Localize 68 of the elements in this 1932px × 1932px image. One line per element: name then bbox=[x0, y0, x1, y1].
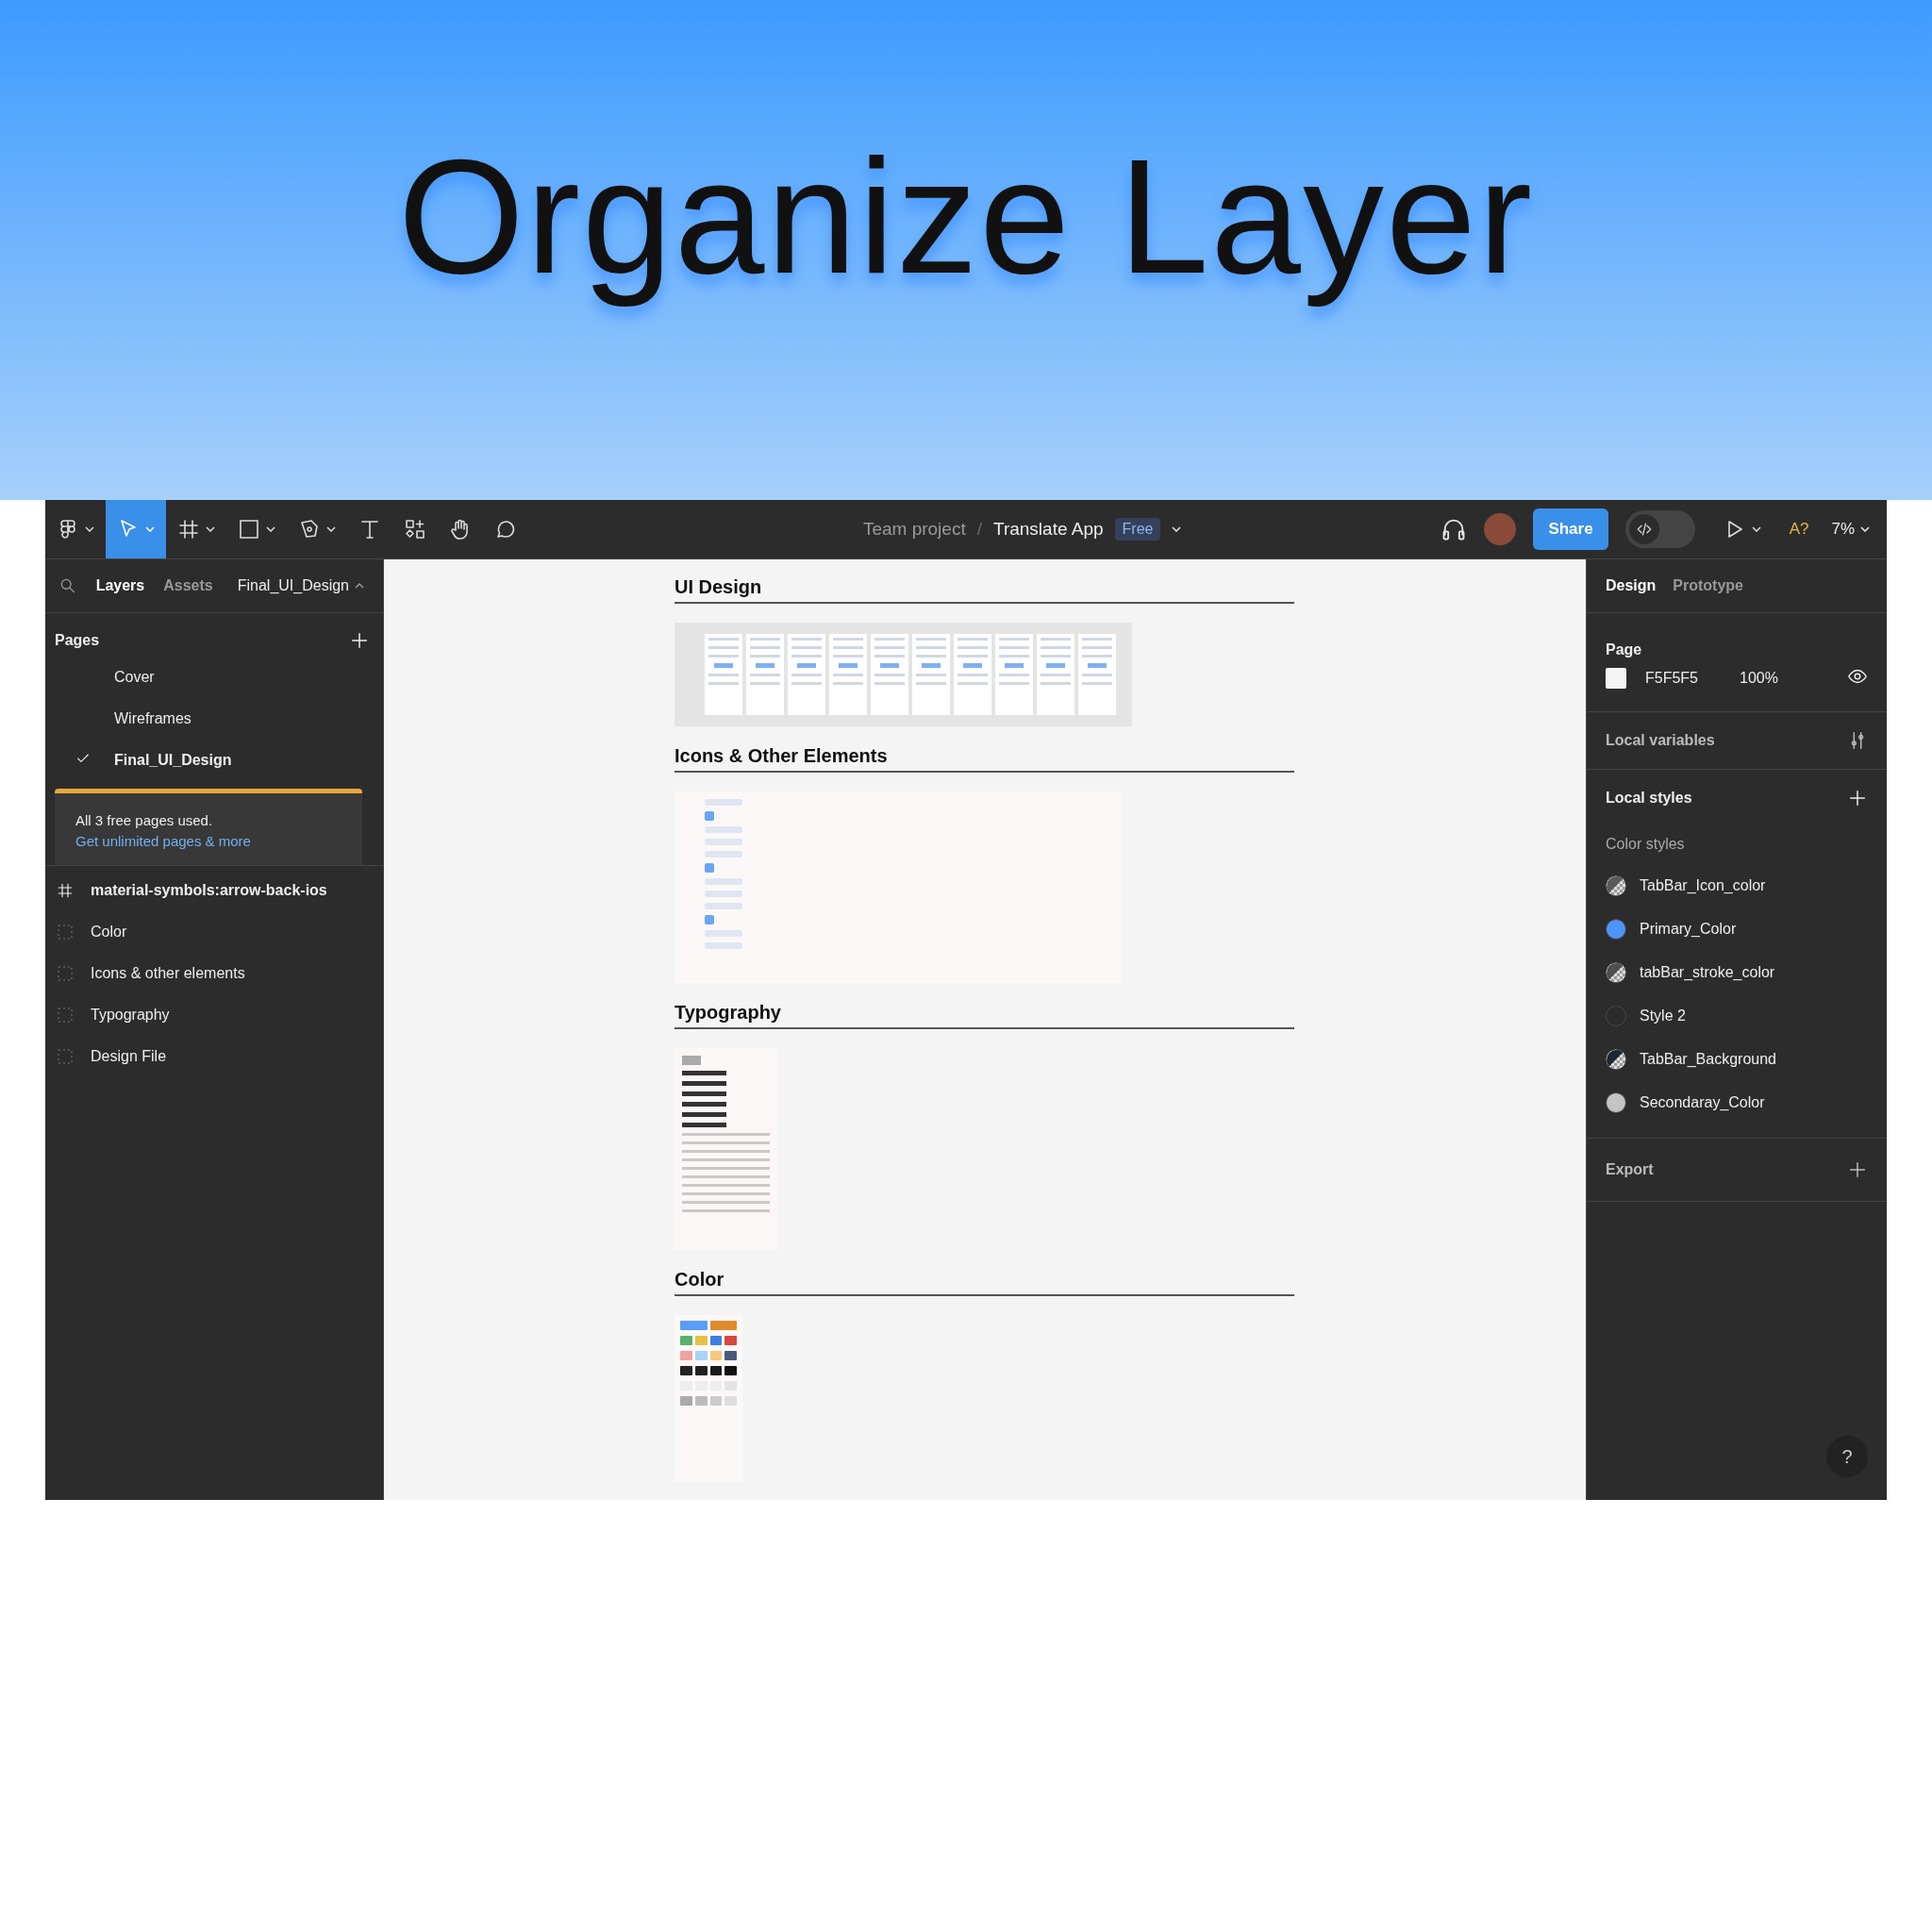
plan-badge: Free bbox=[1114, 518, 1161, 541]
help-button[interactable]: ? bbox=[1826, 1436, 1868, 1477]
color-style-name[interactable]: Secondaray_Color bbox=[1640, 1094, 1765, 1111]
color-style-name[interactable]: TabBar_Icon_color bbox=[1640, 877, 1766, 894]
page-heading: Page bbox=[1606, 641, 1642, 658]
page-item[interactable]: Final_UI_Design bbox=[45, 740, 383, 781]
section-title: Typography bbox=[675, 1002, 1294, 1029]
file-name[interactable]: Translate App bbox=[993, 519, 1104, 540]
code-icon bbox=[1635, 521, 1653, 538]
section-icon bbox=[57, 924, 74, 941]
color-style-name[interactable]: TabBar_Background bbox=[1640, 1051, 1776, 1068]
layer-item[interactable]: Icons & other elements bbox=[45, 953, 383, 994]
caret-icon bbox=[206, 526, 215, 532]
panel-tab[interactable]: Design bbox=[1606, 577, 1657, 594]
panel-tab[interactable]: Assets bbox=[163, 577, 213, 594]
fill-opacity[interactable]: 100% bbox=[1740, 670, 1778, 687]
banner-text: All 3 free pages used. bbox=[75, 812, 213, 828]
hero-title: Organize Layer bbox=[398, 125, 1534, 308]
section-title: Color bbox=[675, 1269, 1294, 1296]
local-styles-heading: Local styles bbox=[1606, 790, 1692, 807]
page-item[interactable]: Wireframes bbox=[45, 698, 383, 740]
fill-swatch[interactable] bbox=[1606, 668, 1626, 689]
frame-icon bbox=[57, 882, 74, 899]
caret-icon bbox=[1860, 526, 1870, 532]
pen-icon bbox=[298, 518, 321, 541]
panel-tab[interactable]: Prototype bbox=[1673, 577, 1743, 594]
search-icon bbox=[58, 576, 77, 595]
caret-icon bbox=[266, 526, 275, 532]
add-icon bbox=[1847, 1159, 1868, 1180]
layer-item[interactable]: Typography bbox=[45, 994, 383, 1036]
color-style-name[interactable]: Primary_Color bbox=[1640, 921, 1737, 938]
local-variables-heading[interactable]: Local variables bbox=[1606, 732, 1715, 749]
color-style-name[interactable]: tabBar_stroke_color bbox=[1640, 964, 1775, 981]
section-icon bbox=[57, 1048, 74, 1065]
page-item[interactable]: Cover bbox=[45, 657, 383, 698]
text-icon bbox=[358, 518, 381, 541]
layer-item[interactable]: Design File bbox=[45, 1036, 383, 1077]
add-icon bbox=[349, 630, 370, 651]
team-name[interactable]: Team project bbox=[862, 519, 966, 540]
caret-icon bbox=[1172, 526, 1182, 532]
panel-tab[interactable]: Layers bbox=[95, 577, 145, 594]
comment-icon bbox=[494, 518, 517, 541]
export-heading: Export bbox=[1606, 1161, 1654, 1178]
color-style-name[interactable]: Style 2 bbox=[1640, 1008, 1686, 1024]
page-selector[interactable]: Final_UI_Design bbox=[231, 576, 370, 595]
chevron-up-icon bbox=[355, 583, 364, 589]
rectangle-icon bbox=[238, 518, 260, 541]
components-icon bbox=[404, 518, 426, 541]
section-title: Icons & Other Elements bbox=[675, 745, 1294, 773]
caret-icon bbox=[326, 526, 336, 532]
section-title: UI Design bbox=[675, 576, 1294, 604]
font-warning[interactable]: A? bbox=[1789, 520, 1809, 539]
fill-hex[interactable]: F5F5F5 bbox=[1645, 670, 1721, 687]
dev-mode-toggle[interactable] bbox=[1624, 510, 1695, 548]
caret-icon bbox=[145, 526, 155, 532]
caret-icon bbox=[85, 526, 94, 532]
pages-heading: Pages bbox=[55, 632, 100, 649]
frame-icon bbox=[177, 518, 200, 541]
add-icon bbox=[1847, 788, 1868, 808]
caret-icon bbox=[1751, 526, 1761, 532]
section-icon bbox=[57, 1007, 74, 1024]
zoom-menu[interactable]: 7% bbox=[1825, 519, 1875, 540]
breadcrumb-separator: / bbox=[976, 519, 982, 540]
layer-item[interactable]: material-symbols:arrow-back-ios bbox=[45, 870, 383, 911]
section-icon bbox=[57, 965, 74, 982]
color-styles-heading: Color styles bbox=[1606, 835, 1686, 854]
upgrade-link[interactable]: Get unlimited pages & more bbox=[75, 831, 341, 852]
layer-item[interactable]: Color bbox=[45, 911, 383, 953]
